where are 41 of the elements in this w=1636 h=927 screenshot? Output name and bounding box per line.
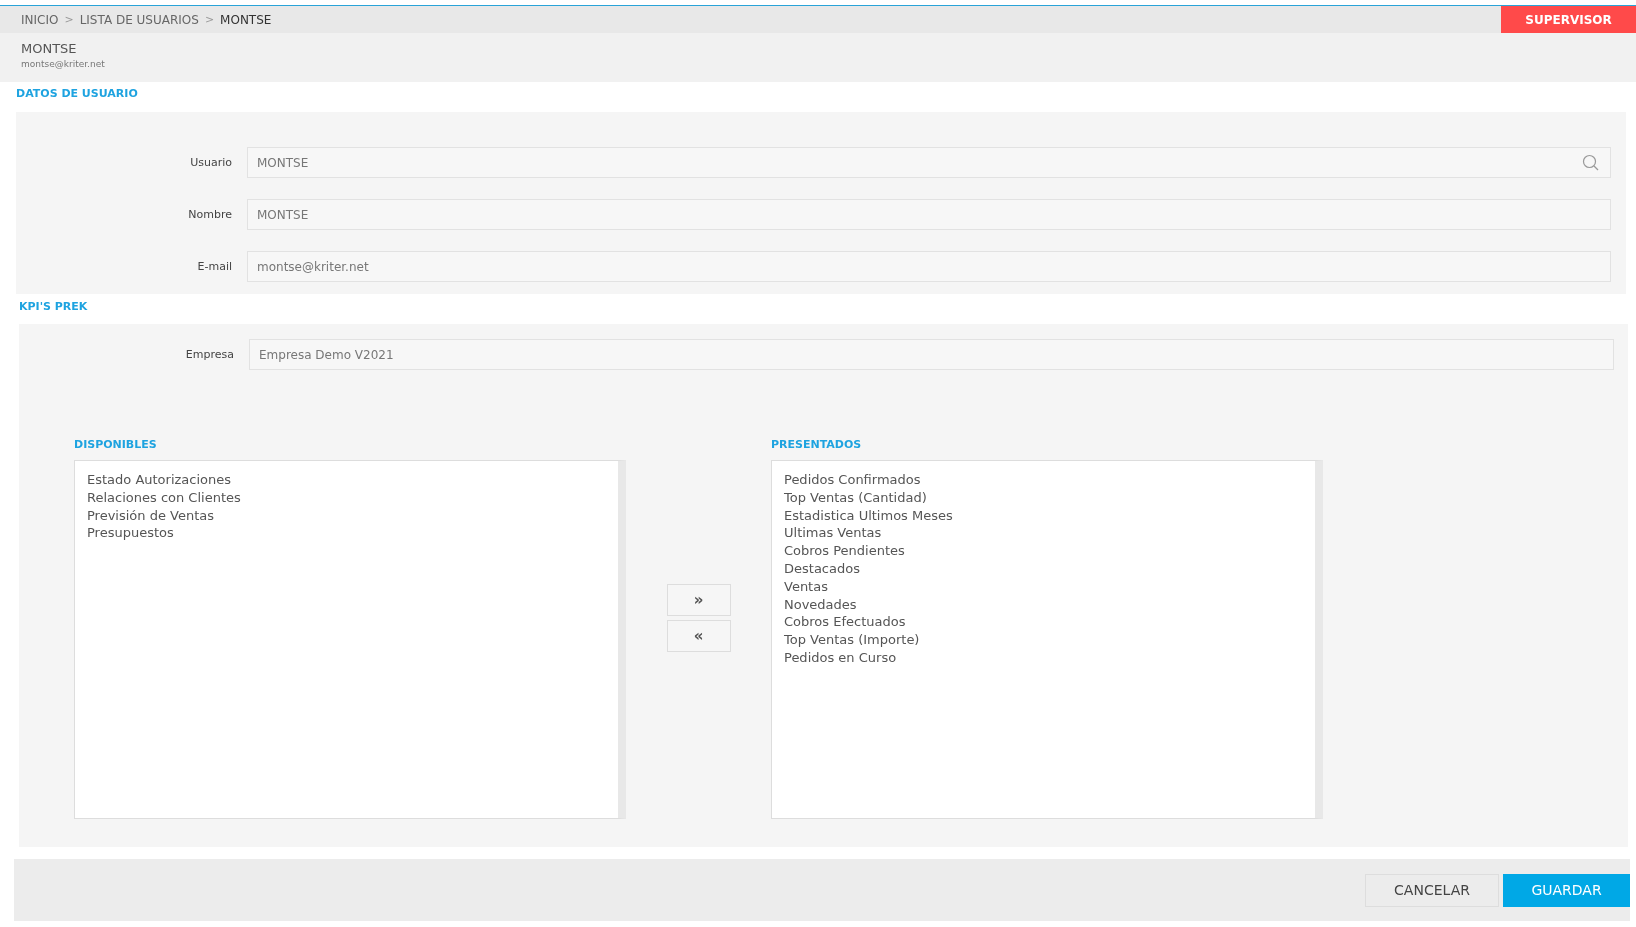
list-title: PRESENTADOS (771, 438, 863, 451)
breadcrumb-link[interactable]: MONTSE (220, 12, 272, 27)
input-field[interactable]: MONTSE (247, 147, 1611, 178)
user-name: MONTSE (21, 41, 78, 56)
list-item[interactable]: Novedades (784, 595, 1303, 614)
list-item[interactable]: Presupuestos (87, 524, 606, 543)
list-item[interactable]: Relaciones con Clientes (87, 488, 606, 507)
list-item[interactable]: Top Ventas (Cantidad) (784, 488, 1303, 507)
list-item[interactable]: Ventas (784, 577, 1303, 596)
field-label: Empresa (184, 348, 234, 361)
role-badge: SUPERVISOR (1501, 6, 1636, 33)
breadcrumb-separator: > (204, 13, 215, 26)
section-title: KPI'S PREK (18, 299, 89, 313)
input-field[interactable]: MONTSE (247, 199, 1611, 230)
search-icon[interactable] (1582, 153, 1600, 172)
list-item[interactable]: Estadistica Ultimos Meses (784, 506, 1303, 525)
list-item[interactable]: Estado Autorizaciones (87, 471, 606, 489)
list-item[interactable]: Cobros Pendientes (784, 542, 1303, 560)
breadcrumb-link[interactable]: LISTA DE USUARIOS (79, 12, 199, 27)
breadcrumb-link[interactable]: INICIO (21, 12, 59, 27)
list-item[interactable]: Previsión de Ventas (87, 506, 606, 525)
field-label: E-mail (196, 260, 232, 273)
field-label: Usuario (189, 156, 232, 169)
move-button[interactable]: « (666, 620, 731, 652)
shown-list[interactable]: Pedidos Confirmados Top Ventas (Cantidad) Estadistica Ultimos Meses Ultimas Ventas Cobros Pendientes Destacados Ventas Novedades Cobros Efectuados Top Ventas (Importe) Pedidos en Curso (771, 460, 1323, 819)
input-field[interactable]: montse@kriter.net (247, 251, 1611, 282)
move-button[interactable]: » (666, 584, 731, 616)
input-field[interactable]: Empresa Demo V2021 (249, 339, 1614, 370)
field-label: Nombre (187, 208, 232, 221)
list-item[interactable]: Ultimas Ventas (784, 524, 1303, 543)
section-title: DATOS DE USUARIO (15, 86, 139, 100)
user-email: montse@kriter.net (21, 59, 106, 69)
available-list[interactable]: Estado Autorizaciones Relaciones con Clientes Previsión de Ventas Presupuestos (74, 460, 626, 819)
breadcrumb-separator: > (64, 13, 74, 26)
cancel-button[interactable]: CANCELAR (1365, 873, 1499, 907)
list-title: DISPONIBLES (74, 438, 158, 451)
list-item[interactable]: Destacados (784, 560, 1303, 578)
list-item[interactable]: Pedidos en Curso (784, 648, 1303, 667)
list-item[interactable]: Cobros Efectuados (784, 613, 1303, 632)
list-item[interactable]: Top Ventas (Importe) (784, 631, 1303, 649)
list-item[interactable]: Pedidos Confirmados (784, 471, 1303, 489)
